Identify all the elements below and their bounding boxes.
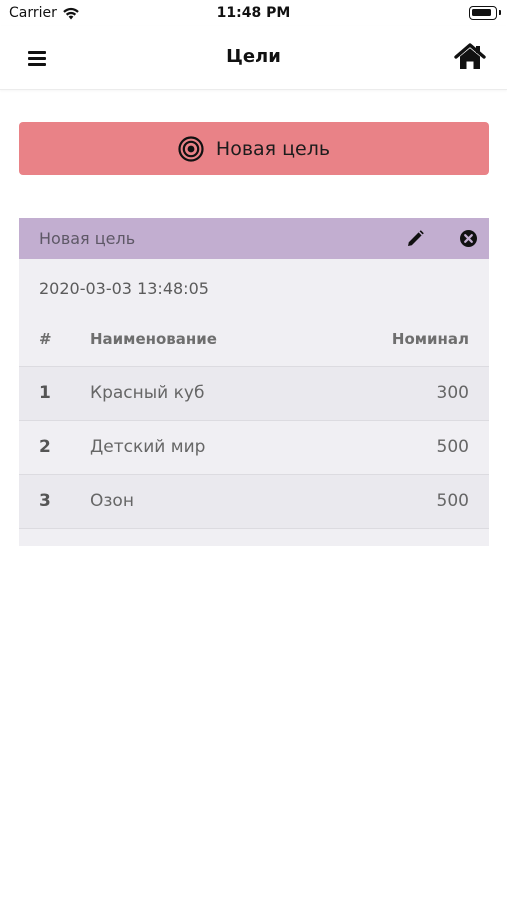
- row-value: 500: [436, 437, 469, 457]
- table-row[interactable]: 1 Красный куб 300: [19, 366, 489, 420]
- row-name: Озон: [90, 491, 134, 511]
- new-goal-button[interactable]: Новая цель: [19, 122, 489, 175]
- row-number: 1: [39, 383, 51, 403]
- close-icon[interactable]: [459, 229, 478, 248]
- battery-icon: [469, 6, 501, 20]
- goal-items-table: # Наименование Номинал 1 Красный куб 300…: [19, 314, 489, 546]
- row-value: 300: [436, 383, 469, 403]
- row-value: 500: [436, 491, 469, 511]
- new-goal-button-label: Новая цель: [215, 137, 331, 160]
- table-body: 1 Красный куб 300 2 Детский мир 500 3 Оз…: [19, 366, 489, 528]
- row-name: Красный куб: [90, 383, 205, 403]
- column-header-number: #: [39, 330, 52, 348]
- target-icon: [178, 135, 204, 162]
- clock: 11:48 PM: [216, 5, 291, 21]
- page-title: Цели: [226, 46, 281, 67]
- row-number: 3: [39, 491, 51, 511]
- goal-card-header: Новая цель: [19, 218, 489, 259]
- column-header-value: Номинал: [391, 330, 469, 348]
- column-header-name: Наименование: [90, 330, 217, 348]
- home-icon[interactable]: [453, 42, 487, 72]
- goal-card: Новая цель 2020-03-03 13:48:05 # Наимено…: [19, 218, 489, 546]
- table-row[interactable]: 3 Озон 500: [19, 474, 489, 528]
- row-number: 2: [39, 437, 51, 457]
- pencil-icon[interactable]: [405, 229, 425, 249]
- table-header: # Наименование Номинал: [19, 314, 489, 366]
- navigation-bar: Цели: [0, 26, 507, 90]
- status-bar: Carrier 11:48 PM: [0, 0, 507, 26]
- table-footer-divider: [19, 528, 489, 546]
- goal-card-title: Новая цель: [39, 229, 136, 248]
- table-row[interactable]: 2 Детский мир 500: [19, 420, 489, 474]
- row-name: Детский мир: [90, 437, 206, 457]
- goal-date: 2020-03-03 13:48:05: [39, 279, 209, 298]
